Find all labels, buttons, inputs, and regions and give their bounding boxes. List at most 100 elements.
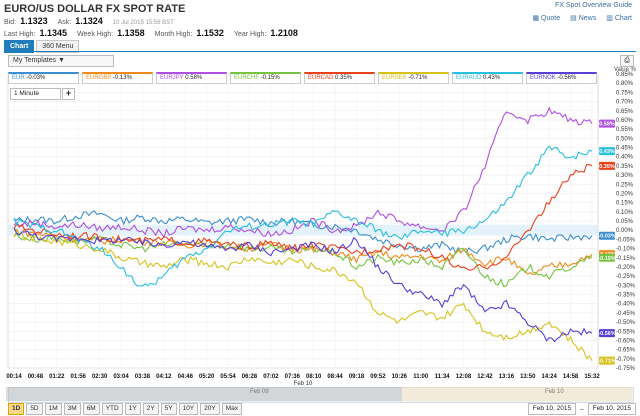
month-high-value: 1.1532	[196, 28, 224, 38]
y-tick-label: -0.20%	[616, 265, 636, 271]
quote-header: EURO/US DOLLAR FX SPOT RATE FX Spot Over…	[4, 2, 636, 38]
navigator-range-right[interactable]	[402, 387, 632, 401]
x-tick-label: 12:42	[477, 374, 493, 380]
interval-select[interactable]: 1 Minute	[10, 88, 61, 100]
x-tick-label: 08:44	[327, 374, 343, 380]
x-tick-label: 01:22	[49, 374, 65, 380]
x-tick-label: 09:18	[349, 374, 365, 380]
y-tick-label: -0.60%	[616, 338, 636, 344]
x-tick-label: 06:28	[242, 374, 258, 380]
legend-item-eurchf[interactable]: EURCHF -0.15%	[230, 72, 301, 84]
x-tick-label: 03:38	[135, 374, 151, 380]
end-value-badge-label: -0.56%	[598, 331, 616, 337]
x-tick-label: 13:16	[499, 374, 515, 380]
legend-change: -0.03%	[24, 75, 46, 81]
zoom-2y-button[interactable]: 2Y	[142, 403, 159, 415]
y-tick-label: -0.50%	[616, 320, 636, 326]
header-links: ▦ Quote ▤ News ▥ Chart	[532, 14, 632, 23]
x-tick-label: 13:50	[520, 374, 536, 380]
navigator-range-left[interactable]	[6, 387, 402, 401]
y-tick-label: 0.65%	[616, 109, 634, 115]
zoom-5d-button[interactable]: 5D	[26, 403, 43, 415]
y-tick-label: 0.15%	[616, 201, 634, 207]
legend-symbol: EURCAD	[308, 75, 334, 81]
y-tick-label: 0.10%	[616, 210, 634, 216]
quote-link[interactable]: ▦ Quote	[532, 14, 560, 23]
legend-change: -0.13%	[111, 75, 132, 81]
zoom-10y-button[interactable]: 10Y	[178, 403, 199, 415]
legend-item-eur[interactable]: EUR -0.03%	[8, 72, 79, 84]
x-tick-label: 02:30	[92, 374, 108, 380]
chart-icon: ▥	[606, 15, 613, 22]
y-tick-label: 0.75%	[616, 90, 634, 96]
y-tick-label: -0.15%	[616, 256, 636, 262]
y-tick-label: -0.55%	[616, 329, 636, 335]
news-link[interactable]: ▤ News	[570, 14, 596, 23]
date-range: Feb 10, 2015 – Feb 10, 2015	[527, 403, 636, 415]
end-value-badge-label: -0.03%	[598, 234, 616, 240]
legend-change: -0.56%	[555, 75, 577, 81]
navigator-label-feb10: Feb 10	[545, 389, 564, 395]
y-tick-label: 0.60%	[616, 118, 634, 124]
x-tick-label: 04:12	[156, 374, 172, 380]
x-tick-label: 01:56	[71, 374, 87, 380]
zoom-5y-button[interactable]: 5Y	[160, 403, 177, 415]
x-tick-label: 04:46	[178, 374, 194, 380]
quote-timestamp: 10 Jul 2015 15:56 BST	[112, 20, 174, 26]
date-to-input[interactable]: Feb 10, 2015	[587, 403, 636, 415]
x-tick-label: 07:36	[285, 374, 301, 380]
week-high-value: 1.1358	[117, 28, 145, 38]
zoom-1y-button[interactable]: 1Y	[124, 403, 141, 415]
y-tick-label: -0.75%	[616, 366, 636, 372]
x-tick-label: 08:10	[306, 374, 322, 380]
x-tick-label: 15:32	[584, 374, 600, 380]
legend-item-eursek[interactable]: EURSEK -0.71%	[378, 72, 449, 84]
end-value-badge-label: 0.35%	[599, 164, 615, 170]
y-tick-label: -0.30%	[616, 283, 636, 289]
navigator-label-feb09: Feb 09	[250, 389, 269, 395]
legend-change: -0.15%	[259, 75, 280, 81]
legend-item-euraud[interactable]: EURAUD 0.43%	[452, 72, 523, 84]
last-high-value: 1.1345	[39, 28, 68, 38]
date-from-input[interactable]: Feb 10, 2015	[527, 403, 577, 415]
legend-item-eurgbp[interactable]: EURGBP -0.13%	[82, 72, 153, 84]
legend-symbol: EURJPY	[160, 75, 184, 81]
zoom-max-button[interactable]: Max	[221, 403, 243, 415]
zoom-1d-button[interactable]: 1D	[8, 403, 25, 415]
legend-symbol: EURGBP	[86, 75, 112, 81]
y-tick-label: -0.45%	[616, 311, 636, 317]
zoom-6m-button[interactable]: 6M	[82, 403, 100, 415]
y-tick-label: -0.35%	[616, 293, 636, 299]
legend-change: -0.71%	[406, 75, 428, 81]
series-legend: EUR -0.03% EURGBP -0.13% EURJPY 0.58% EURCH…	[8, 72, 597, 84]
x-tick-label: 11:34	[435, 374, 451, 380]
ask-value: 1.1324	[75, 16, 103, 26]
end-value-badge-label: -0.15%	[598, 256, 616, 262]
y-tick-label: -0.65%	[616, 348, 636, 354]
y-tick-label: 0.20%	[616, 191, 634, 197]
fx-guide-link[interactable]: FX Spot Overview Guide	[555, 2, 632, 9]
y-tick-label: -0.25%	[616, 274, 636, 280]
x-tick-label: 11:00	[413, 374, 429, 380]
y-tick-label: 0.70%	[616, 100, 634, 106]
y-tick-label: 0.40%	[616, 155, 634, 161]
legend-change: 0.35%	[333, 75, 353, 81]
zoom-ytd-button[interactable]: YTD	[101, 403, 123, 415]
legend-symbol: EURAUD	[456, 75, 482, 81]
zoom-1m-button[interactable]: 1M	[44, 403, 62, 415]
page-title: EURO/US DOLLAR FX SPOT RATE	[4, 3, 186, 15]
y-tick-label: 0.05%	[616, 219, 634, 225]
legend-item-eurcad[interactable]: EURCAD 0.35%	[304, 72, 375, 84]
legend-symbol: EUR	[12, 75, 25, 81]
legend-change: 0.43%	[481, 75, 501, 81]
legend-item-eurjpy[interactable]: EURJPY 0.58%	[156, 72, 227, 84]
chart-link[interactable]: ▥ Chart	[606, 14, 632, 23]
add-series-button[interactable]: +	[62, 88, 75, 100]
week-high-label: Week High:	[77, 31, 114, 38]
zoom-3m-button[interactable]: 3M	[63, 403, 81, 415]
tab-divider	[4, 51, 636, 52]
legend-item-eurnok[interactable]: EURNOK -0.56%	[526, 72, 597, 84]
legend-change: 0.58%	[183, 75, 203, 81]
bid-value: 1.1323	[20, 16, 48, 26]
zoom-20y-button[interactable]: 20Y	[200, 403, 220, 415]
